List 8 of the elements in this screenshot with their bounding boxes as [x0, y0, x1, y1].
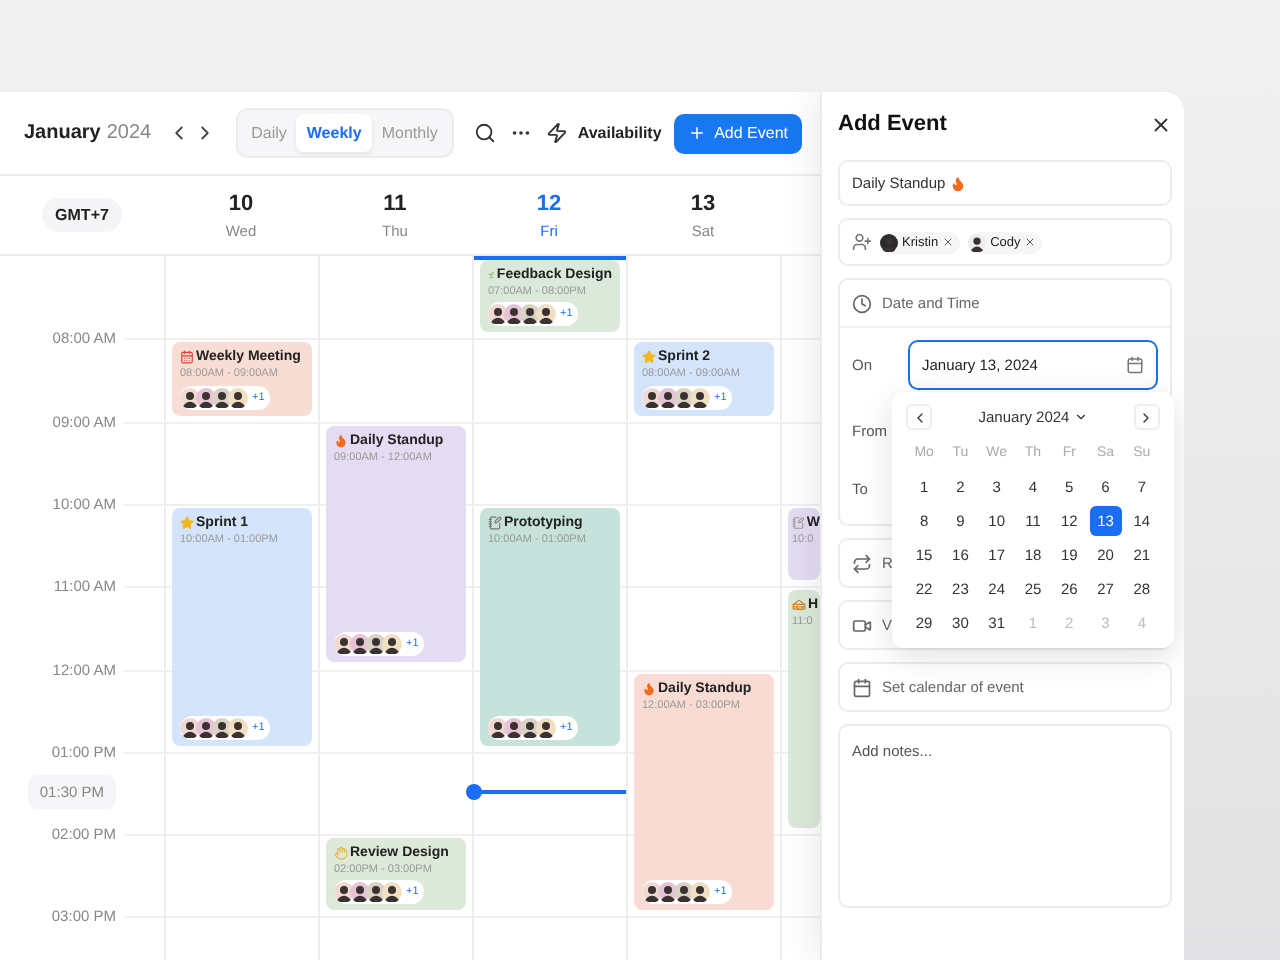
day-number: 13 [690, 191, 716, 215]
timezone-label: GMT+7 [41, 198, 123, 232]
year-title: 2024 [106, 122, 152, 144]
month-title: January [24, 122, 101, 144]
panel-title: Add Event [838, 112, 947, 136]
day-number: 11 [383, 191, 407, 215]
day-number: 10 [228, 191, 254, 215]
day-number: 12 [536, 191, 562, 215]
